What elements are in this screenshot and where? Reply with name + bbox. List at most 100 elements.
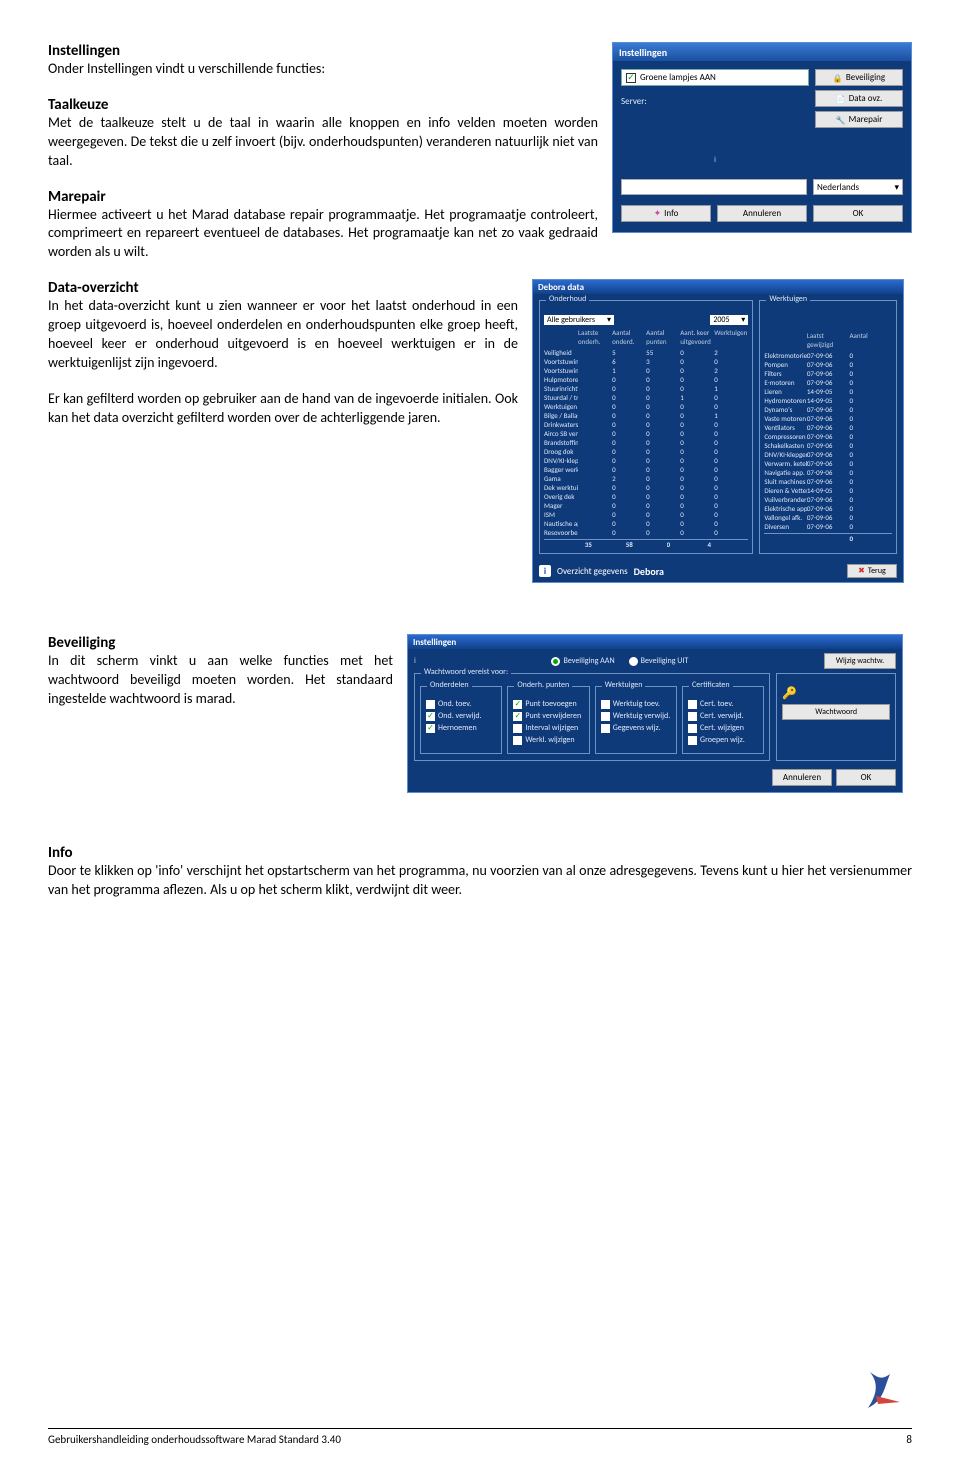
language-value: Nederlands [817,182,859,193]
checkbox-icon: ✓ [426,724,435,733]
check-icon: ✓ [626,73,636,83]
close-button[interactable]: ✖Terug [847,564,897,578]
checkbox-icon [513,736,522,745]
window-title: Instellingen [613,43,911,61]
window-title: Debora data [533,280,903,294]
table-row: Dynamo's07-09-060 [764,405,892,414]
checkbox-icon: ✓ [513,712,522,721]
debora-window: Debora data Onderhoud Alle gebruikers▾ 2… [532,279,904,583]
window-title: Instellingen [408,635,902,649]
table-row: DNV/KI-klepgen07-09-060 [764,450,892,459]
security-checkbox[interactable]: Werkl. wijzigen [513,735,583,745]
security-checkbox[interactable]: Groepen wijz. [688,735,758,745]
table-row: Pompen07-09-060 [764,360,892,369]
sheet-icon [836,94,846,104]
table-totals: 0 [764,534,892,543]
group-onderhoud: Onderhoud [546,294,589,304]
table-row: Drinkwatersyst.0000 [544,420,748,429]
marad-logo [856,1366,904,1414]
table-row: Compressoren07-09-060 [764,432,892,441]
user-filter-select[interactable]: Alle gebruikers▾ [544,315,614,325]
wrench-icon [836,115,846,125]
table-row: Hulpmotoren0000 [544,375,748,384]
security-checkbox[interactable]: ✓Punt verwijderen [513,711,583,721]
year-select[interactable]: 2005▾ [710,315,748,325]
security-window: Instellingen i Beveiliging AAN Beveiligi… [407,634,903,793]
radio-off-icon [629,657,638,666]
ok-button[interactable]: OK [813,205,903,222]
checkbox-icon [513,724,522,733]
text-marepair: Hiermee activeert u het Marad database r… [48,206,598,263]
table-row: Dieren & Vetten14-09-050 [764,486,892,495]
ok-button[interactable]: OK [836,769,896,786]
table-row: Brandstoffinst.0000 [544,438,748,447]
group-onderdelen: Onderdelen [427,680,472,690]
table-row: Ventilators07-09-060 [764,423,892,432]
heading-marepair: Marepair [48,188,598,206]
table-row: Dek werktuigen0000 [544,483,748,492]
dataovz-button[interactable]: Data ovz. [815,90,903,107]
info-button[interactable]: ✦Info [621,205,711,222]
text-dataovz1: In het data-overzicht kunt u zien wannee… [48,297,518,373]
radio-beveiliging-aan[interactable]: Beveiliging AAN [551,656,614,666]
checkbox-icon [601,724,610,733]
info-icon: ✦ [654,208,662,219]
table-row: E-motoren07-09-060 [764,378,892,387]
table-row: ISM0000 [544,510,748,519]
lock-icon [833,73,843,83]
text-instellingen-sub: Onder Instellingen vindt u verschillende… [48,60,598,79]
group-werktuigen: Werktuigen [602,680,646,690]
wijzig-wachtw-button[interactable]: Wijzig wachtw. [824,653,896,669]
security-checkbox[interactable]: Werktuig verwijd. [601,711,671,721]
table-row: Filters07-09-060 [764,369,892,378]
instellingen-window: Instellingen ✓ Groene lampjes AAN Server… [612,42,912,233]
cancel-button[interactable]: Annuleren [772,769,832,786]
cancel-button[interactable]: Annuleren [717,205,807,222]
language-select[interactable]: Nederlands ▾ [813,179,903,195]
checkbox-icon [601,712,610,721]
security-checkbox[interactable]: Cert. wijzigen [688,723,758,733]
key-icon: 🔑 [782,686,890,701]
table-row: Resovoorbereid0000 [544,528,748,537]
table-row: Navigatie app.07-09-060 [764,468,892,477]
table-totals: 355804 [544,540,748,549]
security-checkbox[interactable]: ✓Ond. verwijd. [426,711,496,721]
text-dataovz2: Er kan gefilterd worden op gebruiker aan… [48,390,518,428]
heading-dataovz: Data-overzicht [48,279,518,297]
checkbox-groene-lampjes[interactable]: ✓ Groene lampjes AAN [621,69,809,86]
beveiliging-button[interactable]: Beveiliging [815,69,903,86]
security-checkbox[interactable]: Cert. verwijd. [688,711,758,721]
security-checkbox[interactable]: Werktuig toev. [601,699,671,709]
security-checkbox[interactable]: ✓Hernoemen [426,723,496,733]
group-wachtwoord-vereist: Wachtwoord vereist voor: [421,667,511,677]
overzicht-name: Debora [634,565,664,578]
overzicht-label: Overzicht gegevens [557,566,628,577]
checkbox-icon [688,736,697,745]
checkbox-icon [688,724,697,733]
chevron-down-icon: ▾ [607,315,611,325]
table-row: Vallongel afk.07-09-060 [764,513,892,522]
wachtwoord-button[interactable]: Wachtwoord [782,704,890,720]
radio-beveiliging-uit[interactable]: Beveiliging UIT [629,656,689,666]
table-row: Bilge / Ballast0001 [544,411,748,420]
server-field[interactable] [621,179,807,195]
heading-beveiliging: Beveiliging [48,634,393,652]
security-checkbox[interactable]: ✓Punt toevoegen [513,699,583,709]
werktuigen-table: Laatst gewijzigdAantalElektromotorieten0… [764,331,892,543]
table-row: Voortstuwing SB6300 [544,357,748,366]
security-checkbox[interactable]: Interval wijzigen [513,723,583,733]
security-checkbox[interactable]: Cert. toev. [688,699,758,709]
info-icon: i [539,565,551,577]
table-row: Gama2000 [544,474,748,483]
checkbox-icon [688,700,697,709]
security-checkbox[interactable]: Gegevens wijz. [601,723,671,733]
footer-text: Gebruikershandleiding onderhoudssoftware… [48,1433,341,1446]
security-checkbox[interactable]: Ond. toev. [426,699,496,709]
onderhoud-table: Laatste onderh.Aantal onderd.Aantal punt… [544,328,748,549]
table-row: Droog dok0000 [544,447,748,456]
checkbox-icon: ✓ [426,712,435,721]
marepair-button[interactable]: Marepair [815,111,903,128]
table-row: DNV/KI-klepgen0000 [544,456,748,465]
text-taalkeuze: Met de taalkeuze stelt u de taal in waar… [48,114,598,171]
heading-instellingen: Instellingen [48,42,598,60]
